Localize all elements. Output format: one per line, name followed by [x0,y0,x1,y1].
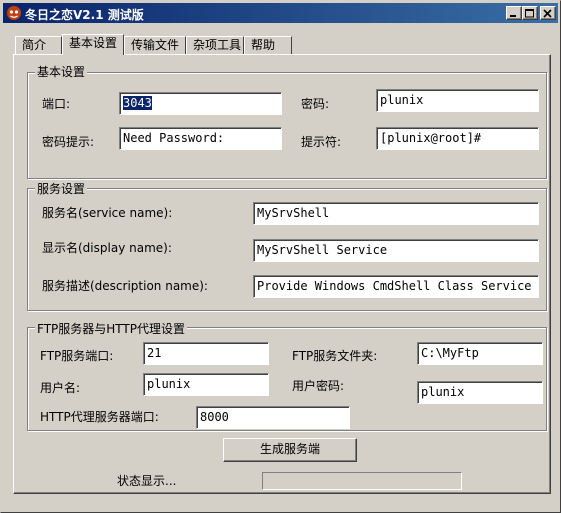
tab-label: 杂项工具 [193,38,242,52]
tab-label: 帮助 [251,38,276,52]
display-name-label: 显示名(display name): [42,241,172,255]
password-hint-input[interactable]: Need Password: [119,127,282,150]
ftp-password-label: 用户密码: [292,379,345,393]
status-label: 状态显示... [117,474,177,488]
service-name-label: 服务名(service name): [42,206,173,220]
close-icon [543,9,552,18]
app-icon [7,6,21,20]
prompt-label: 提示符: [301,135,342,149]
status-progress-bar [262,472,462,490]
main-window: 冬日之恋V2.1 测试版 简介 基本设置 传输文件 杂项工具 帮助 基本设置 端… [0,0,561,513]
ftp-port-input[interactable]: 21 [143,342,269,365]
tab-help[interactable]: 帮助 [244,36,292,54]
group-legend: 基本设置 [35,63,88,80]
tab-label: 传输文件 [131,38,180,52]
ftp-folder-label: FTP服务文件夹: [292,349,378,363]
title-bar[interactable]: 冬日之恋V2.1 测试版 [3,3,558,23]
tab-misc-tools[interactable]: 杂项工具 [186,36,244,54]
tab-basic-settings[interactable]: 基本设置 [62,34,124,55]
password-hint-label: 密码提示: [42,135,95,149]
ftp-user-label: 用户名: [40,381,81,395]
maximize-button[interactable] [522,6,538,20]
prompt-input[interactable]: [plunix@root]# [376,127,539,150]
http-proxy-port-label: HTTP代理服务器端口: [40,410,159,424]
close-button[interactable] [540,6,556,20]
display-name-input[interactable]: MySrvShell Service [253,239,539,262]
ftp-port-label: FTP服务端口: [40,349,114,363]
tab-label: 简介 [22,38,47,52]
http-proxy-port-input[interactable]: 8000 [196,406,350,429]
generate-server-button[interactable]: 生成服务端 [223,438,357,462]
port-label: 端口: [42,97,71,111]
tab-label: 基本设置 [69,36,118,50]
group-legend: FTP服务器与HTTP代理设置 [35,320,187,337]
ftp-folder-input[interactable]: C:\MyFtp [417,342,543,365]
group-legend: 服务设置 [35,180,88,197]
maximize-icon [525,9,534,18]
minimize-icon [510,15,516,17]
password-label: 密码: [301,97,330,111]
ftp-user-input[interactable]: plunix [143,373,269,396]
ftp-password-input[interactable]: plunix [417,381,543,404]
port-input[interactable]: 3043 [119,92,282,115]
password-input[interactable]: plunix [376,89,539,112]
description-input[interactable]: Provide Windows CmdShell Class Service [253,275,539,298]
tab-file-transfer[interactable]: 传输文件 [124,36,186,54]
tab-intro[interactable]: 简介 [15,36,62,54]
minimize-button[interactable] [506,6,522,20]
window-title: 冬日之恋V2.1 测试版 [25,8,144,22]
description-label: 服务描述(description name): [42,279,208,293]
service-name-input[interactable]: MySrvShell [253,202,539,225]
